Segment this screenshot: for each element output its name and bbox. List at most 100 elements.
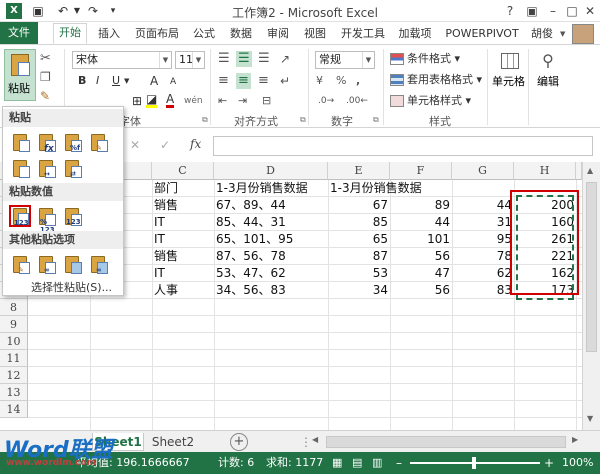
- cell-e1[interactable]: 1-3月份销售数据: [330, 180, 422, 197]
- paste-icon[interactable]: [9, 131, 31, 153]
- table-cell[interactable]: 87、56、78: [216, 248, 286, 265]
- table-cell[interactable]: 47: [390, 265, 452, 282]
- zoom-slider-thumb[interactable]: [472, 457, 476, 469]
- paste-formulas-number-format-icon[interactable]: %f: [61, 131, 83, 153]
- paste-special-menu-item[interactable]: 选择性粘贴(S)...: [31, 279, 112, 295]
- copy-icon[interactable]: ❐: [40, 70, 51, 84]
- undo-icon[interactable]: ↶: [55, 3, 71, 19]
- horizontal-scrollbar[interactable]: [326, 436, 566, 448]
- number-dialog-launcher-icon[interactable]: ⧉: [373, 115, 379, 125]
- table-cell[interactable]: IT: [154, 265, 165, 282]
- row-header[interactable]: 9: [0, 316, 28, 333]
- font-size-select[interactable]: 11 ▼: [175, 51, 205, 69]
- shrink-font-button[interactable]: A: [170, 74, 176, 90]
- paste-link-icon[interactable]: ∞: [35, 253, 57, 275]
- enter-button[interactable]: ✓: [160, 138, 170, 152]
- phonetic-button[interactable]: wén: [184, 93, 203, 109]
- paste-keep-source-format-icon[interactable]: ✎: [87, 131, 109, 153]
- table-cell[interactable]: 销售: [154, 248, 178, 265]
- table-cell[interactable]: 34: [328, 282, 390, 299]
- vertical-scrollbar[interactable]: ▲ ▼: [582, 162, 600, 430]
- column-header-d[interactable]: D: [214, 162, 328, 180]
- table-cell[interactable]: 53、47、62: [216, 265, 286, 282]
- align-top-icon[interactable]: ☰: [218, 51, 230, 67]
- table-cell[interactable]: 53: [328, 265, 390, 282]
- sheet-menu-icon[interactable]: ⋮: [300, 435, 312, 449]
- merge-center-icon[interactable]: ⊟: [262, 93, 271, 109]
- row-header[interactable]: 14: [0, 401, 28, 418]
- border-icon[interactable]: ⊞: [132, 93, 142, 109]
- grow-font-button[interactable]: A: [150, 73, 158, 89]
- comma-button[interactable]: ,: [356, 73, 360, 89]
- align-left-icon[interactable]: ≡: [218, 73, 229, 89]
- save-icon[interactable]: ▣: [30, 3, 46, 19]
- customize-qat-icon[interactable]: ▾: [105, 3, 121, 19]
- cells-button[interactable]: 单元格: [492, 49, 525, 101]
- paste-transpose-icon[interactable]: ⇄: [61, 157, 83, 179]
- paste-formatting-icon[interactable]: ✎: [9, 253, 31, 275]
- format-painter-icon[interactable]: ✎: [40, 89, 50, 103]
- table-cell[interactable]: 85: [328, 214, 390, 231]
- insert-function-button[interactable]: fx: [190, 137, 201, 151]
- scroll-thumb[interactable]: [586, 182, 597, 352]
- paste-keep-column-widths-icon[interactable]: ↔: [35, 157, 57, 179]
- decrease-decimal-icon[interactable]: .00←: [346, 93, 368, 109]
- hscroll-left-icon[interactable]: ◀: [312, 435, 318, 444]
- table-cell[interactable]: 83: [452, 282, 514, 299]
- table-cell[interactable]: 34、56、83: [216, 282, 286, 299]
- avatar[interactable]: [572, 24, 594, 44]
- underline-button[interactable]: U: [112, 73, 120, 89]
- sheet-tab-2[interactable]: Sheet2: [146, 433, 200, 451]
- tab-powerpivot[interactable]: POWERPIVOT: [442, 25, 522, 43]
- help-button[interactable]: ?: [500, 2, 520, 20]
- tab-addins[interactable]: 加载项: [394, 25, 436, 43]
- table-cell[interactable]: 44: [390, 214, 452, 231]
- italic-button[interactable]: I: [96, 73, 99, 89]
- tab-data[interactable]: 数据: [225, 25, 257, 43]
- tab-view[interactable]: 视图: [299, 25, 331, 43]
- bold-button[interactable]: B: [78, 73, 86, 89]
- row-header[interactable]: 8: [0, 299, 28, 316]
- align-center-icon[interactable]: ≡: [236, 73, 251, 89]
- conditional-format-button[interactable]: 条件格式 ▾: [390, 51, 460, 67]
- column-header-g[interactable]: G: [452, 162, 514, 180]
- table-cell[interactable]: IT: [154, 214, 165, 231]
- paste-linked-picture-icon[interactable]: ∞: [87, 253, 109, 275]
- editing-button[interactable]: ⚲ 编辑: [534, 49, 562, 101]
- table-cell[interactable]: 销售: [154, 197, 178, 214]
- paste-formulas-icon[interactable]: fx: [35, 131, 57, 154]
- row-header[interactable]: 12: [0, 367, 28, 384]
- tab-insert[interactable]: 插入: [93, 25, 125, 43]
- table-cell[interactable]: 95: [452, 231, 514, 248]
- user-name[interactable]: 胡俊: [528, 25, 556, 43]
- scroll-up-icon[interactable]: ▲: [587, 166, 593, 175]
- row-header[interactable]: 13: [0, 384, 28, 401]
- cut-icon[interactable]: ✂: [40, 51, 51, 66]
- align-middle-icon[interactable]: ☰: [236, 51, 252, 67]
- align-bottom-icon[interactable]: ☰: [258, 51, 270, 67]
- decrease-indent-icon[interactable]: ⇤: [218, 93, 227, 109]
- table-cell[interactable]: 62: [452, 265, 514, 282]
- page-break-view-icon[interactable]: ▥: [372, 452, 382, 474]
- column-header-c[interactable]: C: [152, 162, 214, 180]
- paste-picture-icon[interactable]: [61, 253, 83, 275]
- hscroll-right-icon[interactable]: ▶: [572, 435, 578, 444]
- alignment-dialog-launcher-icon[interactable]: ⧉: [300, 115, 306, 125]
- new-sheet-button[interactable]: +: [230, 433, 248, 451]
- formula-input[interactable]: [213, 136, 593, 156]
- paste-button[interactable]: 粘贴: [4, 49, 36, 101]
- table-cell[interactable]: 87: [328, 248, 390, 265]
- underline-dropdown-icon[interactable]: ▼: [124, 73, 129, 89]
- row-header[interactable]: 11: [0, 350, 28, 367]
- scroll-down-icon[interactable]: ▼: [587, 414, 593, 423]
- normal-view-icon[interactable]: ▦: [332, 452, 342, 474]
- column-header-h[interactable]: H: [514, 162, 576, 180]
- table-cell[interactable]: 44: [452, 197, 514, 214]
- table-cell[interactable]: 65: [328, 231, 390, 248]
- page-layout-view-icon[interactable]: ▤: [352, 452, 362, 474]
- paste-no-borders-icon[interactable]: [9, 157, 31, 179]
- font-dialog-launcher-icon[interactable]: ⧉: [202, 115, 208, 125]
- align-right-icon[interactable]: ≡: [258, 73, 269, 89]
- column-header-f[interactable]: F: [390, 162, 452, 180]
- paste-values-icon[interactable]: 123: [9, 205, 31, 227]
